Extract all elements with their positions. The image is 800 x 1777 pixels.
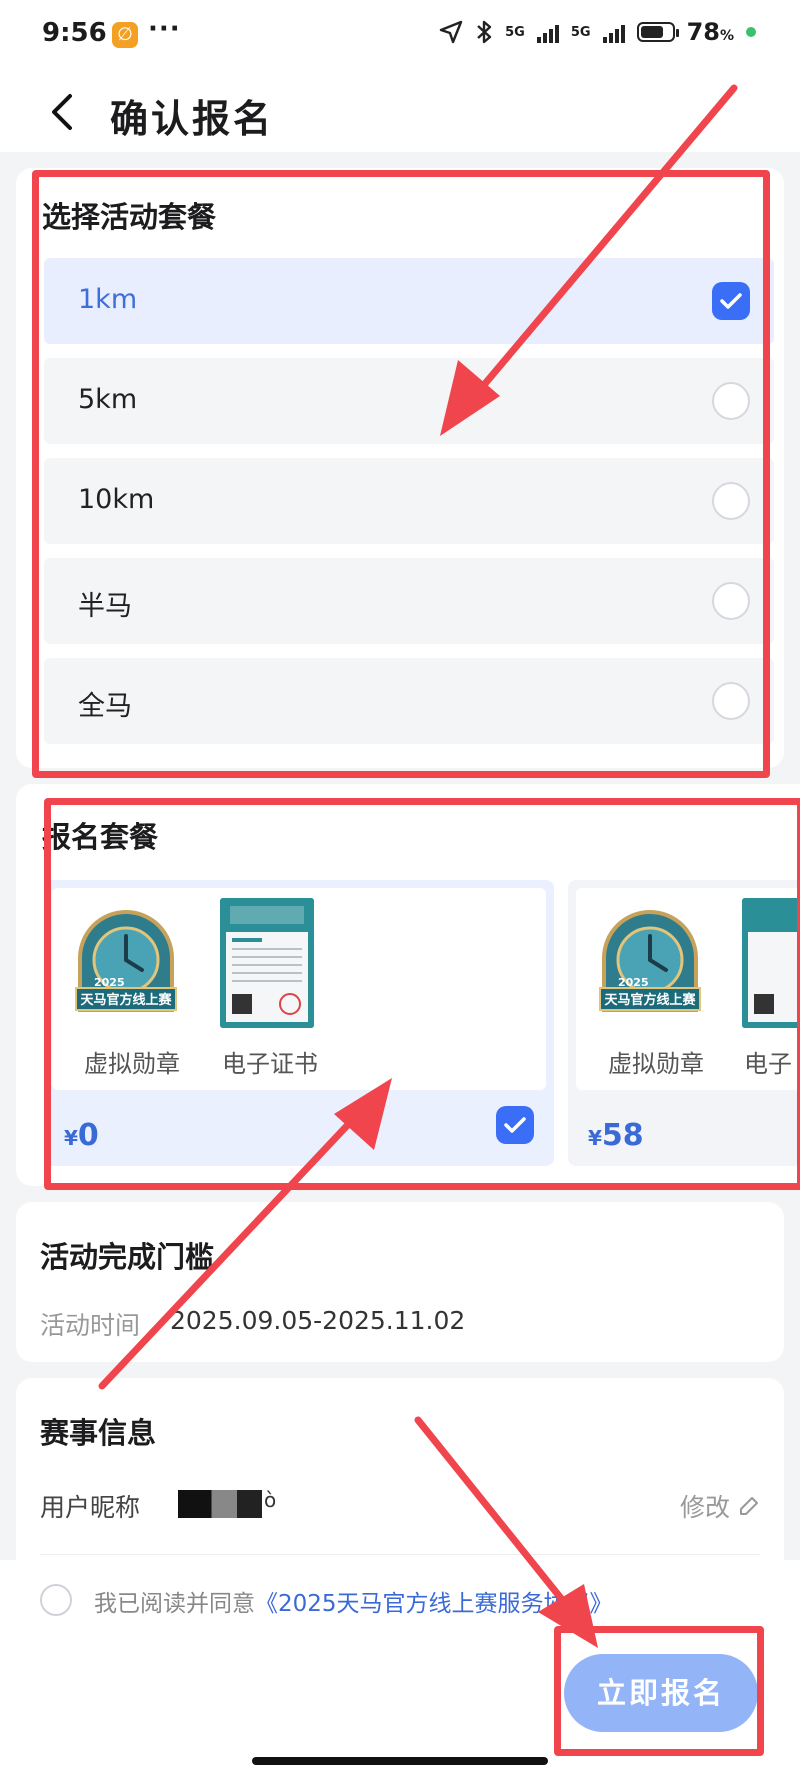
package-option-free[interactable]: 天马官方线上赛 2025 虚拟勋章 电子证书 ¥0 (44, 880, 554, 1166)
signal-strength-icon-1 (536, 21, 559, 43)
status-bar: 9:56 ∅ ··· 5G 5G 78% (0, 0, 800, 72)
item-caption-certificate: 电子 (744, 1050, 792, 1078)
plan-option-5km[interactable]: 5km (44, 358, 774, 444)
plan-option-label: 半马 (78, 591, 132, 622)
event-info-card: 赛事信息 用户昵称 ò 修改 (16, 1378, 784, 1578)
certificate-icon (220, 898, 314, 1028)
medal-banner-text: 天马官方线上赛 (80, 992, 172, 1008)
home-indicator[interactable] (252, 1757, 548, 1765)
plan-option-1km[interactable]: 1km (44, 258, 774, 344)
item-caption-medal: 虚拟勋章 (608, 1050, 704, 1078)
edit-label: 修改 (679, 1493, 730, 1522)
agree-prefix: 我已阅读并同意 (94, 1591, 255, 1617)
nickname-label: 用户昵称 (40, 1493, 141, 1522)
agreement-text: 我已阅读并同意《2025天马官方线上赛服务协议》 (94, 1584, 613, 1618)
plan-selection-card: 选择活动套餐 1km 5km 10km 半马 全马 (16, 168, 784, 768)
service-agreement-link[interactable]: 《2025天马官方线上赛服务协议》 (255, 1591, 613, 1617)
location-icon (439, 20, 463, 44)
battery-percent: 78% (686, 18, 734, 46)
event-info-section-title: 赛事信息 (40, 1416, 157, 1450)
package-price: ¥58 (588, 1118, 644, 1153)
package-price: ¥0 (64, 1118, 99, 1153)
page-header: 确认报名 (0, 72, 800, 152)
nickname-partial: ò (264, 1488, 277, 1512)
package-items: 天马官方线上赛 2025 虚拟勋章 电子证书 (52, 888, 546, 1090)
activity-time-value: 2025.09.05-2025.11.02 (170, 1306, 466, 1335)
plan-section-title: 选择活动套餐 (42, 200, 217, 234)
back-arrow-icon[interactable] (44, 90, 84, 134)
certificate-icon (742, 898, 800, 1028)
medal-banner-text: 天马官方线上赛 (604, 992, 696, 1008)
network-label-2: 5G (570, 24, 591, 40)
nickname-redacted (178, 1490, 262, 1518)
page-title: 确认报名 (110, 97, 275, 141)
medal-year-text: 2025 (94, 976, 125, 989)
signal-strength-icon-2 (602, 21, 625, 43)
checked-icon[interactable] (496, 1106, 534, 1144)
unchecked-circle-icon[interactable] (712, 682, 750, 720)
notification-app-icon: ∅ (112, 22, 138, 48)
unchecked-circle-icon[interactable] (712, 482, 750, 520)
medal-year-text: 2025 (618, 976, 649, 989)
privacy-indicator-dot (746, 27, 756, 37)
plan-option-label: 全马 (78, 691, 132, 722)
plan-option-label: 10km (78, 484, 155, 515)
network-5g-1: 5G (505, 26, 525, 39)
medal-icon: 天马官方线上赛 2025 (599, 910, 701, 1012)
status-time: 9:56 (42, 18, 107, 48)
plan-option-10km[interactable]: 10km (44, 458, 774, 544)
network-5g-2: 5G (571, 26, 591, 39)
agree-checkbox[interactable] (40, 1584, 72, 1616)
network-label-1: 5G (505, 24, 525, 40)
package-option-paid[interactable]: 天马官方线上赛 2025 虚拟勋章 电子 ¥58 (568, 880, 800, 1166)
package-card: 报名套餐 天马官方线上赛 2025 虚拟勋章 电子证书 ¥0 天马官方线上赛 2… (16, 784, 800, 1186)
more-notifications-icon: ··· (148, 14, 181, 44)
battery-icon (636, 22, 679, 42)
checked-icon[interactable] (712, 282, 750, 320)
plan-option-label: 1km (78, 284, 138, 315)
package-items: 天马官方线上赛 2025 虚拟勋章 电子 (576, 888, 800, 1090)
plan-option-label: 5km (78, 384, 138, 415)
item-caption-certificate: 电子证书 (222, 1050, 318, 1078)
item-caption-medal: 虚拟勋章 (84, 1050, 180, 1078)
threshold-card: 活动完成门槛 活动时间 2025.09.05-2025.11.02 (16, 1202, 784, 1362)
medal-icon: 天马官方线上赛 2025 (75, 910, 177, 1012)
submit-registration-button[interactable]: 立即报名 (564, 1654, 758, 1732)
plan-option-half-marathon[interactable]: 半马 (44, 558, 774, 644)
activity-time-label: 活动时间 (40, 1311, 141, 1340)
edit-pencil-icon (740, 1497, 758, 1515)
edit-nickname-button[interactable]: 修改 (680, 1488, 760, 1524)
threshold-section-title: 活动完成门槛 (40, 1240, 215, 1274)
package-section-title: 报名套餐 (42, 820, 159, 854)
bluetooth-icon (477, 20, 492, 44)
divider (40, 1554, 760, 1555)
unchecked-circle-icon[interactable] (712, 382, 750, 420)
bottom-action-bar: 我已阅读并同意《2025天马官方线上赛服务协议》 立即报名 (0, 1560, 800, 1777)
unchecked-circle-icon[interactable] (712, 582, 750, 620)
plan-option-full-marathon[interactable]: 全马 (44, 658, 774, 744)
status-right-cluster: 5G 5G 78% (439, 18, 756, 46)
